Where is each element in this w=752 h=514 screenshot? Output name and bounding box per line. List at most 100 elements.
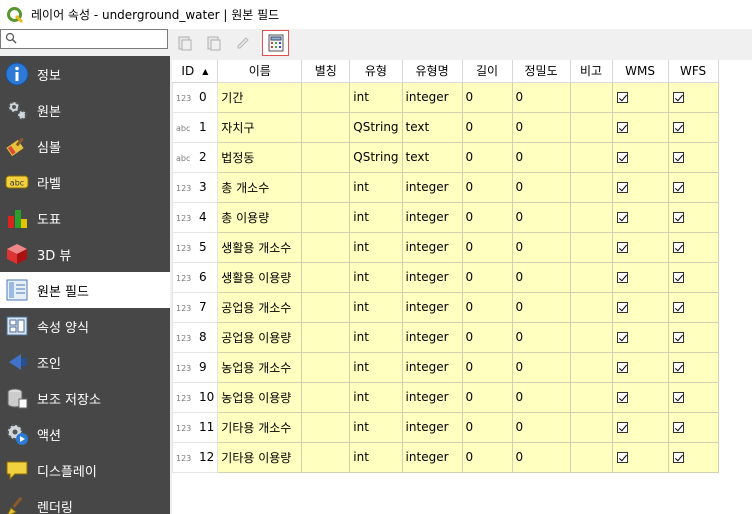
wfs-checkbox[interactable] — [672, 182, 684, 193]
field-name-cell[interactable]: 총 이용량 — [217, 201, 303, 233]
field-type-cell[interactable]: int — [349, 261, 403, 293]
wfs-checkbox[interactable] — [672, 242, 684, 253]
field-wms-cell[interactable] — [611, 171, 669, 203]
field-type-cell[interactable]: int — [349, 441, 403, 473]
table-row[interactable]: 123 6 생활용 이용량 int integer 0 0 — [171, 261, 719, 293]
search-box[interactable] — [0, 29, 168, 49]
wms-checkbox[interactable] — [616, 122, 628, 133]
field-comment-cell[interactable] — [569, 81, 613, 113]
field-wfs-cell[interactable] — [667, 81, 719, 113]
wfs-checkbox[interactable] — [672, 422, 684, 433]
sidebar-item-7[interactable]: 속성 양식 — [0, 308, 170, 344]
sidebar-item-9[interactable]: 보조 저장소 — [0, 380, 170, 416]
field-wms-cell[interactable] — [611, 231, 669, 263]
table-row[interactable]: 123 5 생활용 개소수 int integer 0 0 — [171, 231, 719, 263]
field-comment-cell[interactable] — [569, 141, 613, 173]
table-row[interactable]: 123 4 총 이용량 int integer 0 0 — [171, 201, 719, 233]
field-alias-cell[interactable] — [301, 381, 351, 413]
field-name-cell[interactable]: 농업용 개소수 — [217, 351, 303, 383]
sidebar-item-6[interactable]: 원본 필드 — [0, 272, 170, 308]
wms-checkbox[interactable] — [616, 152, 628, 163]
sidebar-item-11[interactable]: 디스플레이 — [0, 452, 170, 488]
field-id-cell[interactable]: 123 4 — [171, 201, 219, 233]
field-alias-cell[interactable] — [301, 351, 351, 383]
wfs-checkbox[interactable] — [672, 122, 684, 133]
field-alias-cell[interactable] — [301, 261, 351, 293]
field-type-cell[interactable]: QString — [349, 111, 403, 143]
field-wms-cell[interactable] — [611, 321, 669, 353]
wfs-checkbox[interactable] — [672, 92, 684, 103]
wfs-checkbox[interactable] — [672, 212, 684, 223]
toggle-editing-button[interactable] — [232, 32, 254, 54]
wms-checkbox[interactable] — [616, 362, 628, 373]
field-type-cell[interactable]: int — [349, 351, 403, 383]
field-wfs-cell[interactable] — [667, 201, 719, 233]
field-typename-cell[interactable]: integer — [401, 351, 463, 383]
field-length-cell[interactable]: 0 — [461, 411, 513, 443]
field-type-cell[interactable]: int — [349, 291, 403, 323]
field-typename-cell[interactable]: integer — [401, 441, 463, 473]
field-wms-cell[interactable] — [611, 291, 669, 323]
column-header[interactable]: 유형명 — [402, 60, 463, 83]
table-row[interactable]: 123 12 기타용 이용량 int integer 0 0 — [171, 441, 719, 473]
field-wms-cell[interactable] — [611, 381, 669, 413]
field-length-cell[interactable]: 0 — [461, 351, 513, 383]
field-alias-cell[interactable] — [301, 201, 351, 233]
field-precision-cell[interactable]: 0 — [511, 441, 571, 473]
table-row[interactable]: 123 3 총 개소수 int integer 0 0 — [171, 171, 719, 203]
sidebar-item-8[interactable]: 조인 — [0, 344, 170, 380]
column-header[interactable]: 이름 — [217, 60, 303, 83]
field-wms-cell[interactable] — [611, 201, 669, 233]
field-id-cell[interactable]: 123 7 — [171, 291, 219, 323]
field-wfs-cell[interactable] — [667, 261, 719, 293]
field-precision-cell[interactable]: 0 — [511, 201, 571, 233]
table-row[interactable]: abc 1 자치구 QString text 0 0 — [171, 111, 719, 143]
sidebar-item-1[interactable]: 원본 — [0, 92, 170, 128]
field-comment-cell[interactable] — [569, 411, 613, 443]
wfs-checkbox[interactable] — [672, 452, 684, 463]
field-wfs-cell[interactable] — [667, 381, 719, 413]
field-alias-cell[interactable] — [301, 81, 351, 113]
search-input[interactable] — [19, 31, 164, 47]
field-id-cell[interactable]: 123 0 — [171, 81, 219, 113]
wfs-checkbox[interactable] — [672, 392, 684, 403]
table-row[interactable]: 123 10 농업용 이용량 int integer 0 0 — [171, 381, 719, 413]
wms-checkbox[interactable] — [616, 272, 628, 283]
field-alias-cell[interactable] — [301, 441, 351, 473]
field-precision-cell[interactable]: 0 — [511, 171, 571, 203]
column-header[interactable]: 비고 — [570, 60, 613, 83]
field-wms-cell[interactable] — [611, 81, 669, 113]
table-row[interactable]: abc 2 법정동 QString text 0 0 — [171, 141, 719, 173]
field-alias-cell[interactable] — [301, 171, 351, 203]
field-id-cell[interactable]: abc 1 — [171, 111, 219, 143]
sidebar-item-10[interactable]: 액션 — [0, 416, 170, 452]
field-typename-cell[interactable]: integer — [401, 201, 463, 233]
field-type-cell[interactable]: int — [349, 381, 403, 413]
field-id-cell[interactable]: abc 2 — [171, 141, 219, 173]
wms-checkbox[interactable] — [616, 332, 628, 343]
field-alias-cell[interactable] — [301, 291, 351, 323]
field-name-cell[interactable]: 공업용 개소수 — [217, 291, 303, 323]
field-name-cell[interactable]: 농업용 이용량 — [217, 381, 303, 413]
field-precision-cell[interactable]: 0 — [511, 291, 571, 323]
field-name-cell[interactable]: 기간 — [217, 81, 303, 113]
field-name-cell[interactable]: 생활용 개소수 — [217, 231, 303, 263]
field-typename-cell[interactable]: text — [401, 111, 463, 143]
field-length-cell[interactable]: 0 — [461, 321, 513, 353]
field-wfs-cell[interactable] — [667, 411, 719, 443]
field-type-cell[interactable]: QString — [349, 141, 403, 173]
field-wfs-cell[interactable] — [667, 111, 719, 143]
field-length-cell[interactable]: 0 — [461, 381, 513, 413]
field-wfs-cell[interactable] — [667, 291, 719, 323]
field-length-cell[interactable]: 0 — [461, 231, 513, 263]
field-typename-cell[interactable]: integer — [401, 381, 463, 413]
field-type-cell[interactable]: int — [349, 81, 403, 113]
field-typename-cell[interactable]: integer — [401, 321, 463, 353]
field-wfs-cell[interactable] — [667, 351, 719, 383]
field-alias-cell[interactable] — [301, 321, 351, 353]
wfs-checkbox[interactable] — [672, 272, 684, 283]
column-header[interactable]: ID ▲ — [172, 60, 219, 83]
column-header[interactable]: 유형 — [349, 60, 403, 83]
delete-field-button[interactable] — [203, 32, 225, 54]
field-name-cell[interactable]: 공업용 이용량 — [217, 321, 303, 353]
